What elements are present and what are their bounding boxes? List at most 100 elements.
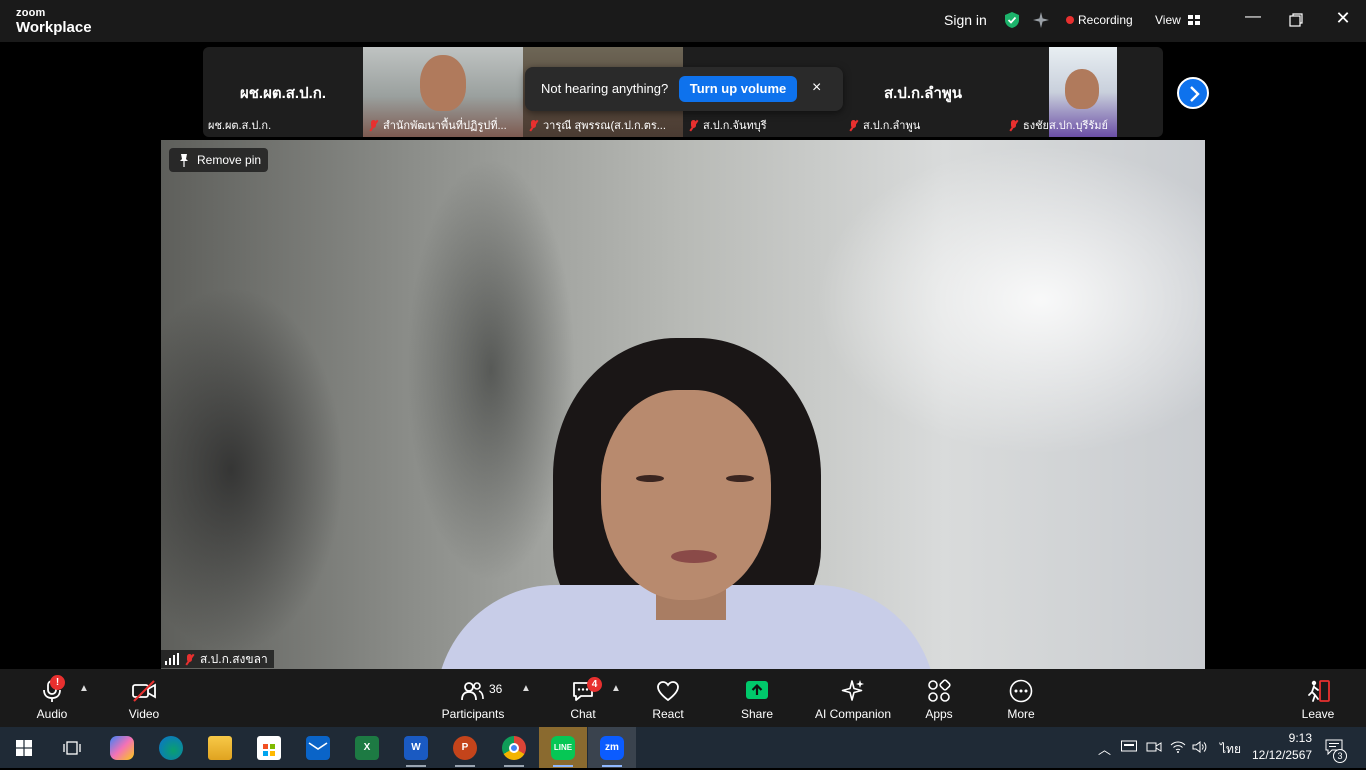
copilot-app[interactable] — [98, 727, 146, 768]
react-button[interactable]: React — [643, 669, 693, 727]
chrome-app[interactable] — [490, 727, 538, 768]
security-shield-icon[interactable] — [1003, 11, 1021, 29]
muted-mic-icon — [848, 119, 859, 131]
more-options-icon — [1009, 679, 1033, 703]
muted-mic-icon — [528, 119, 539, 131]
wifi-icon[interactable] — [1170, 740, 1186, 754]
chevron-right-icon — [1190, 86, 1200, 102]
clock-date[interactable]: 12/12/2567 — [1252, 748, 1312, 762]
more-button[interactable]: More — [996, 669, 1046, 727]
next-page-button[interactable] — [1177, 77, 1209, 109]
excel-app[interactable]: X — [343, 727, 391, 768]
audio-warning-badge: ! — [50, 675, 65, 690]
participant-video-face — [1065, 69, 1099, 109]
ai-companion-label: AI Companion — [814, 707, 892, 721]
video-button[interactable]: Video — [118, 669, 170, 727]
word-icon: W — [404, 736, 428, 760]
turn-up-volume-button[interactable]: Turn up volume — [679, 76, 797, 102]
participant-tile[interactable]: สำนักพัฒนาพื้นที่ปฏิรูปที่... — [363, 47, 523, 137]
leave-button[interactable]: Leave — [1293, 669, 1343, 727]
chat-unread-badge: 4 — [587, 677, 602, 692]
participant-big-label: ส.ป.ก.ลำพูน — [883, 85, 963, 102]
share-screen-icon — [746, 681, 768, 699]
speaker-mouth — [671, 550, 717, 563]
mail-app[interactable] — [294, 727, 342, 768]
ai-sparkle-icon[interactable] — [1032, 11, 1050, 29]
participant-name: สำนักพัฒนาพื้นที่ปฏิรูปที่... — [368, 116, 507, 134]
minimize-icon[interactable]: — — [1243, 8, 1263, 32]
participant-name-text: สำนักพัฒนาพื้นที่ปฏิรูปที่... — [383, 120, 507, 132]
audio-options-caret-icon[interactable]: ▲ — [79, 683, 89, 694]
apps-button[interactable]: Apps — [914, 669, 964, 727]
volume-icon[interactable] — [1192, 740, 1208, 754]
powerpoint-app[interactable]: P — [441, 727, 489, 768]
grid-view-icon[interactable] — [1187, 13, 1201, 27]
muted-mic-icon — [688, 119, 699, 131]
meeting-toolbar: ! Audio ▲ Video 36 Participants ▲ 4 Chat… — [0, 669, 1366, 727]
participant-video-face — [420, 55, 466, 111]
edge-app[interactable] — [147, 727, 195, 768]
running-indicator — [455, 765, 475, 767]
main-video[interactable] — [161, 140, 1205, 669]
more-label: More — [1007, 707, 1035, 721]
ai-companion-button[interactable]: AI Companion — [810, 669, 896, 727]
view-button[interactable]: View — [1155, 13, 1181, 27]
toast-close-icon[interactable]: × — [812, 79, 821, 97]
participant-tile[interactable]: ธงชัยส.ปก.บุรีรัมย์ — [1003, 47, 1163, 137]
tray-overflow-chevron-icon[interactable]: ︿ — [1098, 739, 1111, 758]
participant-name-text: ธงชัยส.ปก.บุรีรัมย์ — [1023, 120, 1108, 132]
participant-tile[interactable]: ผช.ผต.ส.ป.ก. ผช.ผต.ส.ป.ก. — [203, 47, 363, 137]
heart-icon — [657, 681, 679, 702]
store-app[interactable] — [245, 727, 293, 768]
running-indicator — [602, 765, 622, 767]
zoom-logo: zoom Workplace — [16, 8, 92, 36]
close-window-icon[interactable]: ✕ — [1333, 8, 1353, 32]
start-button[interactable] — [0, 727, 48, 768]
excel-icon: X — [355, 736, 379, 760]
line-app[interactable]: LINE — [539, 727, 587, 768]
windows-logo-icon — [16, 740, 32, 756]
windows-taskbar: X W P LINE zm ︿ ไทย 9:13 12/12/2567 3 — [0, 727, 1366, 768]
running-indicator — [504, 765, 524, 767]
participants-button[interactable]: 36 Participants — [436, 669, 510, 727]
clock-time[interactable]: 9:13 — [1268, 731, 1312, 745]
audio-button[interactable]: ! Audio — [26, 669, 78, 727]
participant-name-text: ส.ป.ก.จันทบุรี — [703, 120, 767, 132]
main-video-name: ส.ป.ก.สงขลา — [200, 651, 268, 666]
zoom-app[interactable]: zm — [588, 727, 636, 768]
sign-in-button[interactable]: Sign in — [944, 12, 987, 28]
file-explorer-app[interactable] — [196, 727, 244, 768]
title-bar: zoom Workplace Sign in Recording View — … — [0, 0, 1366, 42]
restore-window-icon[interactable] — [1288, 12, 1304, 28]
apps-label: Apps — [925, 707, 953, 721]
word-app[interactable]: W — [392, 727, 440, 768]
remove-pin-button[interactable]: Remove pin — [169, 148, 268, 172]
muted-mic-icon — [368, 119, 379, 131]
apps-icon — [928, 679, 951, 702]
chat-button[interactable]: 4 Chat — [558, 669, 608, 727]
task-view-button[interactable] — [48, 727, 96, 768]
language-indicator[interactable]: ไทย — [1220, 740, 1241, 759]
mail-icon — [306, 736, 330, 760]
recording-indicator[interactable]: Recording — [1078, 13, 1133, 27]
muted-mic-icon — [184, 653, 195, 665]
ai-sparkle-icon — [841, 680, 864, 701]
main-video-name-tag: ส.ป.ก.สงขลา — [161, 650, 274, 668]
line-icon: LINE — [551, 736, 575, 760]
share-button[interactable]: Share — [732, 669, 782, 727]
share-label: Share — [740, 707, 774, 721]
speaker-eye — [636, 475, 664, 482]
keyboard-icon[interactable] — [1121, 740, 1137, 754]
meeting-camera-icon[interactable] — [1146, 740, 1162, 754]
store-icon — [257, 736, 281, 760]
zoom-icon: zm — [600, 736, 624, 760]
speaker-eye — [726, 475, 754, 482]
participant-tile[interactable]: ส.ป.ก.ลำพูน ส.ป.ก.ลำพูน — [843, 47, 1003, 137]
participant-name: ธงชัยส.ปก.บุรีรัมย์ — [1008, 116, 1108, 134]
chat-label: Chat — [570, 707, 596, 721]
chat-options-caret-icon[interactable]: ▲ — [611, 683, 621, 694]
leave-meeting-icon — [1308, 680, 1330, 702]
participant-name: วารุณี สุพรรณ(ส.ป.ก.ตร... — [528, 116, 666, 134]
notification-count-badge: 3 — [1333, 749, 1347, 763]
participants-options-caret-icon[interactable]: ▲ — [521, 683, 531, 694]
